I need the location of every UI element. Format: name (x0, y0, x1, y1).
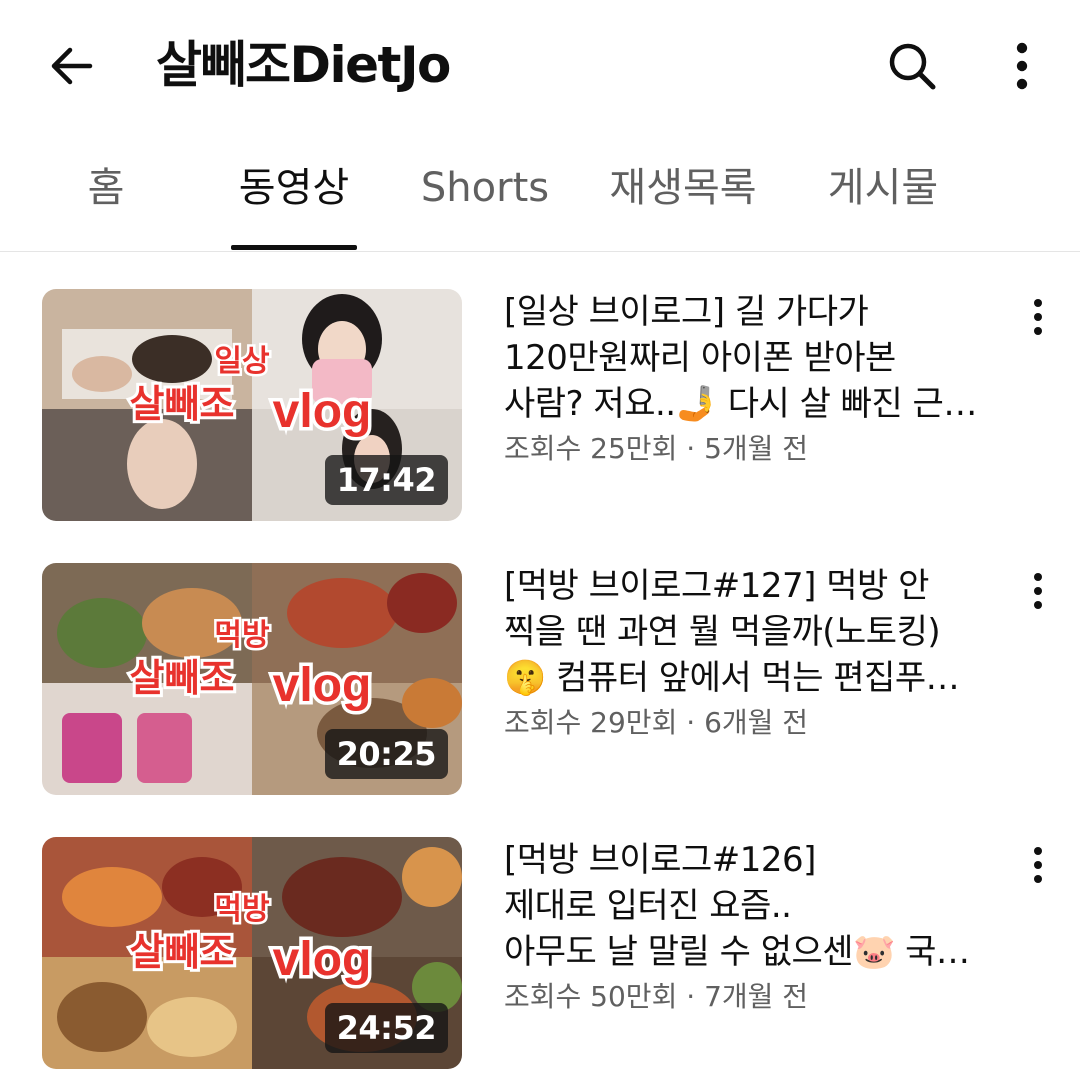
thumbnail-caption-1: 먹방 (214, 619, 270, 652)
more-vertical-icon (1034, 299, 1042, 335)
thumbnail-caption-2: 살빼조 (130, 658, 235, 700)
video-info: [일상 브이로그] 길 가다가 120만원짜리 아이폰 받아본 사람? 저요..… (504, 289, 1004, 469)
more-vertical-icon (1016, 42, 1028, 90)
thumbnail-caption-3: vlog (273, 385, 372, 438)
meta-separator: · (686, 980, 696, 1013)
channel-tabs: 홈 동영상 Shorts 재생목록 게시물 (0, 130, 1080, 252)
video-thumbnail[interactable]: 일상 살빼조 vlog 17:42 (42, 289, 462, 521)
video-list-item: 먹방 살빼조 vlog 24:52 [먹방 브이로그#126] 제대로 입터진 … (0, 837, 1080, 1071)
tab-home[interactable]: 홈 (66, 158, 146, 218)
video-info: [먹방 브이로그#126] 제대로 입터진 요즘.. 아무도 날 말릴 수 없으… (504, 837, 1004, 1017)
video-more-button[interactable] (1012, 565, 1064, 617)
back-button[interactable] (40, 34, 104, 98)
video-more-button[interactable] (1012, 839, 1064, 891)
app-bar: 살빼조DietJo (0, 0, 1080, 130)
thumbnail-caption-3: vlog (273, 933, 372, 986)
video-title[interactable]: [먹방 브이로그#126] 제대로 입터진 요즘.. 아무도 날 말릴 수 없으… (504, 837, 1004, 975)
video-duration: 20:25 (324, 729, 448, 779)
thumbnail-caption-1: 일상 (214, 345, 270, 378)
search-button[interactable] (878, 32, 946, 100)
view-count: 조회수 50만회 (504, 980, 678, 1013)
video-thumbnail[interactable]: 먹방 살빼조 vlog 24:52 (42, 837, 462, 1069)
video-duration: 24:52 (324, 1003, 448, 1053)
active-tab-indicator (231, 245, 357, 250)
meta-separator: · (686, 432, 696, 465)
video-thumbnail[interactable]: 먹방 살빼조 vlog 20:25 (42, 563, 462, 795)
more-options-button[interactable] (990, 32, 1054, 100)
thumbnail-caption-2: 살빼조 (130, 384, 235, 426)
tab-shorts[interactable]: Shorts (410, 158, 560, 218)
video-meta: 조회수 29만회 · 6개월 전 (504, 703, 1004, 743)
video-meta: 조회수 25만회 · 5개월 전 (504, 429, 1004, 469)
more-vertical-icon (1034, 847, 1042, 883)
thumbnail-caption-3: vlog (273, 659, 372, 712)
upload-age: 5개월 전 (704, 432, 809, 465)
video-list-item: 일상 살빼조 vlog 17:42 [일상 브이로그] 길 가다가 120만원짜… (0, 289, 1080, 523)
video-duration: 17:42 (324, 455, 448, 505)
video-title[interactable]: [일상 브이로그] 길 가다가 120만원짜리 아이폰 받아본 사람? 저요..… (504, 289, 1004, 427)
tab-playlists[interactable]: 재생목록 (598, 158, 768, 218)
video-title[interactable]: [먹방 브이로그#127] 먹방 안 찍을 땐 과연 뭘 먹을까(노토킹) 🤫 … (504, 563, 1004, 701)
view-count: 조회수 29만회 (504, 706, 678, 739)
video-info: [먹방 브이로그#127] 먹방 안 찍을 땐 과연 뭘 먹을까(노토킹) 🤫 … (504, 563, 1004, 743)
thumbnail-caption-2: 살빼조 (130, 932, 235, 974)
upload-age: 7개월 전 (704, 980, 809, 1013)
video-more-button[interactable] (1012, 291, 1064, 343)
video-list-item: 먹방 살빼조 vlog 20:25 [먹방 브이로그#127] 먹방 안 찍을 … (0, 563, 1080, 797)
tab-posts[interactable]: 게시물 (816, 158, 950, 218)
search-icon (889, 43, 936, 90)
meta-separator: · (686, 706, 696, 739)
channel-title: 살빼조DietJo (156, 36, 451, 94)
view-count: 조회수 25만회 (504, 432, 678, 465)
thumbnail-caption-1: 먹방 (214, 893, 270, 926)
tab-videos[interactable]: 동영상 (224, 158, 364, 218)
video-meta: 조회수 50만회 · 7개월 전 (504, 977, 1004, 1017)
upload-age: 6개월 전 (704, 706, 809, 739)
arrow-left-icon (51, 47, 93, 85)
more-vertical-icon (1034, 573, 1042, 609)
